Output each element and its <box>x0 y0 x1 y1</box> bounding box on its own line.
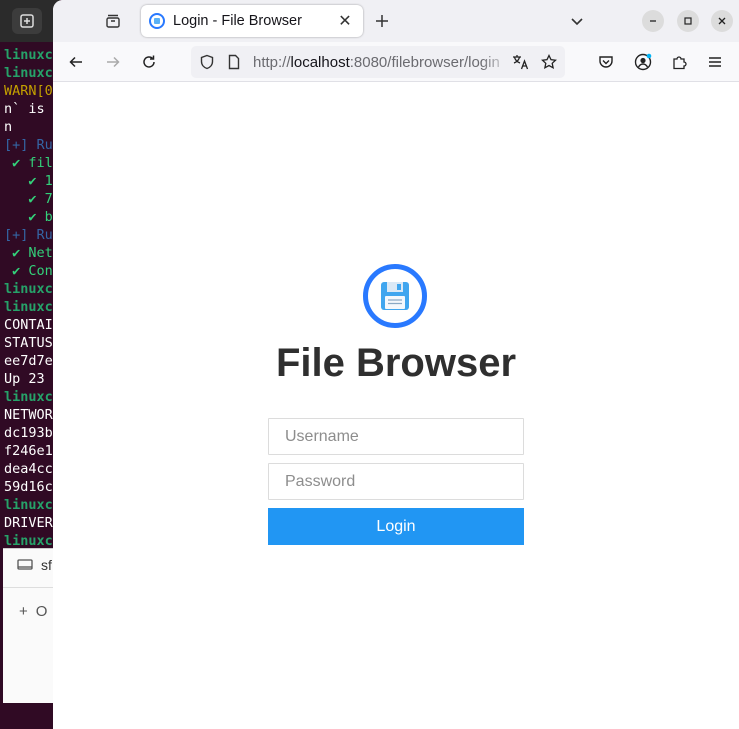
tab-overview-icon[interactable] <box>101 9 125 33</box>
page-info-icon[interactable] <box>222 50 246 74</box>
terminal-line: Up 23 <box>4 371 45 387</box>
url-text: http://localhost:8080/filebrowser/login <box>253 54 507 71</box>
terminal-line: n` is <box>4 101 45 117</box>
login-page: File Browser Login <box>53 83 739 729</box>
password-field[interactable] <box>268 463 524 500</box>
close-window-icon[interactable] <box>711 10 733 32</box>
terminal-line: ✔ fil <box>4 155 53 171</box>
reload-icon[interactable] <box>137 50 161 74</box>
url-fade <box>481 50 511 74</box>
close-tab-icon[interactable]: ✕ <box>333 9 357 33</box>
terminal-line: n <box>4 119 13 135</box>
username-field[interactable] <box>268 418 524 455</box>
terminal-line: linuxc <box>4 281 53 297</box>
terminal-line: [+] Ru <box>4 227 53 243</box>
terminal-line: 59d16c <box>4 479 53 495</box>
terminal-output: linuxc linuxc WARN[0 n` is n [+] Ru ✔ fil ✔ 1… <box>4 46 60 550</box>
plus-icon: + <box>19 603 28 620</box>
divider <box>3 587 60 588</box>
terminal-line: ee7d7e <box>4 353 53 369</box>
pocket-icon[interactable] <box>594 50 618 74</box>
login-button[interactable]: Login <box>268 508 524 545</box>
new-terminal-tab-icon[interactable] <box>12 8 42 34</box>
url-bar[interactable]: http://localhost:8080/filebrowser/login <box>191 46 565 78</box>
terminal-line: ✔ 1 <box>4 173 53 189</box>
translate-icon[interactable] <box>509 50 533 74</box>
navigation-toolbar: http://localhost:8080/filebrowser/login <box>53 42 739 82</box>
page-title: File Browser <box>275 341 517 385</box>
chevron-down-icon[interactable] <box>565 9 589 33</box>
tab-bar: Login - File Browser ✕ <box>53 0 739 42</box>
terminal-line: WARN[0 <box>4 83 53 99</box>
terminal-line: ✔ Net <box>4 245 53 261</box>
terminal-line: dea4cc <box>4 461 53 477</box>
terminal-line: STATUS <box>4 335 53 351</box>
browser-window: Login - File Browser ✕ http://localhost:… <box>53 0 739 729</box>
terminal-line: ✔ b <box>4 209 53 225</box>
tab-title: Login - File Browser <box>173 13 302 29</box>
terminal-header <box>0 0 60 42</box>
maximize-icon[interactable] <box>677 10 699 32</box>
url-path: :8080/filebrowser/login <box>349 54 500 71</box>
floppy-disk-icon <box>149 13 165 29</box>
terminal-line: DRIVER <box>4 515 53 531</box>
terminal-line: dc193b <box>4 425 53 441</box>
terminal-line: linuxc <box>4 389 53 405</box>
url-scheme: http:// <box>253 54 291 71</box>
terminal-line: f246e1 <box>4 443 53 459</box>
sidebar-item-drive-label: sf <box>41 557 52 573</box>
terminal-line: linuxc <box>4 299 53 315</box>
terminal-line: ✔ 7 <box>4 191 53 207</box>
sidebar-item-other-label: O <box>35 603 48 620</box>
sidebar-item-drive[interactable]: sf <box>17 557 52 573</box>
file-browser-logo <box>363 264 427 328</box>
back-arrow-icon[interactable] <box>64 50 88 74</box>
terminal-line: linuxc <box>4 497 53 513</box>
account-icon[interactable] <box>631 50 655 74</box>
tab-active[interactable]: Login - File Browser ✕ <box>141 5 363 37</box>
terminal-line: CONTAI <box>4 317 53 333</box>
terminal-line: ✔ Con <box>4 263 53 279</box>
drive-icon <box>17 559 33 570</box>
url-host: localhost <box>290 54 350 71</box>
extensions-icon[interactable] <box>667 50 691 74</box>
forward-arrow-icon[interactable] <box>101 50 125 74</box>
terminal-line: linuxc <box>4 47 53 63</box>
shield-icon[interactable] <box>195 50 219 74</box>
hamburger-menu-icon[interactable] <box>703 50 727 74</box>
floppy-disk-icon <box>381 282 409 310</box>
file-manager-panel: sf + O <box>3 548 60 703</box>
bookmark-star-icon[interactable] <box>537 50 561 74</box>
terminal-window: linuxc linuxc WARN[0 n` is n [+] Ru ✔ fil ✔ 1… <box>0 0 60 729</box>
terminal-line: NETWOR <box>4 407 53 423</box>
terminal-line: [+] Ru <box>4 137 53 153</box>
sidebar-item-other[interactable]: + O <box>19 603 47 620</box>
new-tab-icon[interactable] <box>370 9 394 33</box>
terminal-line: linuxc <box>4 65 53 81</box>
minimize-icon[interactable] <box>642 10 664 32</box>
